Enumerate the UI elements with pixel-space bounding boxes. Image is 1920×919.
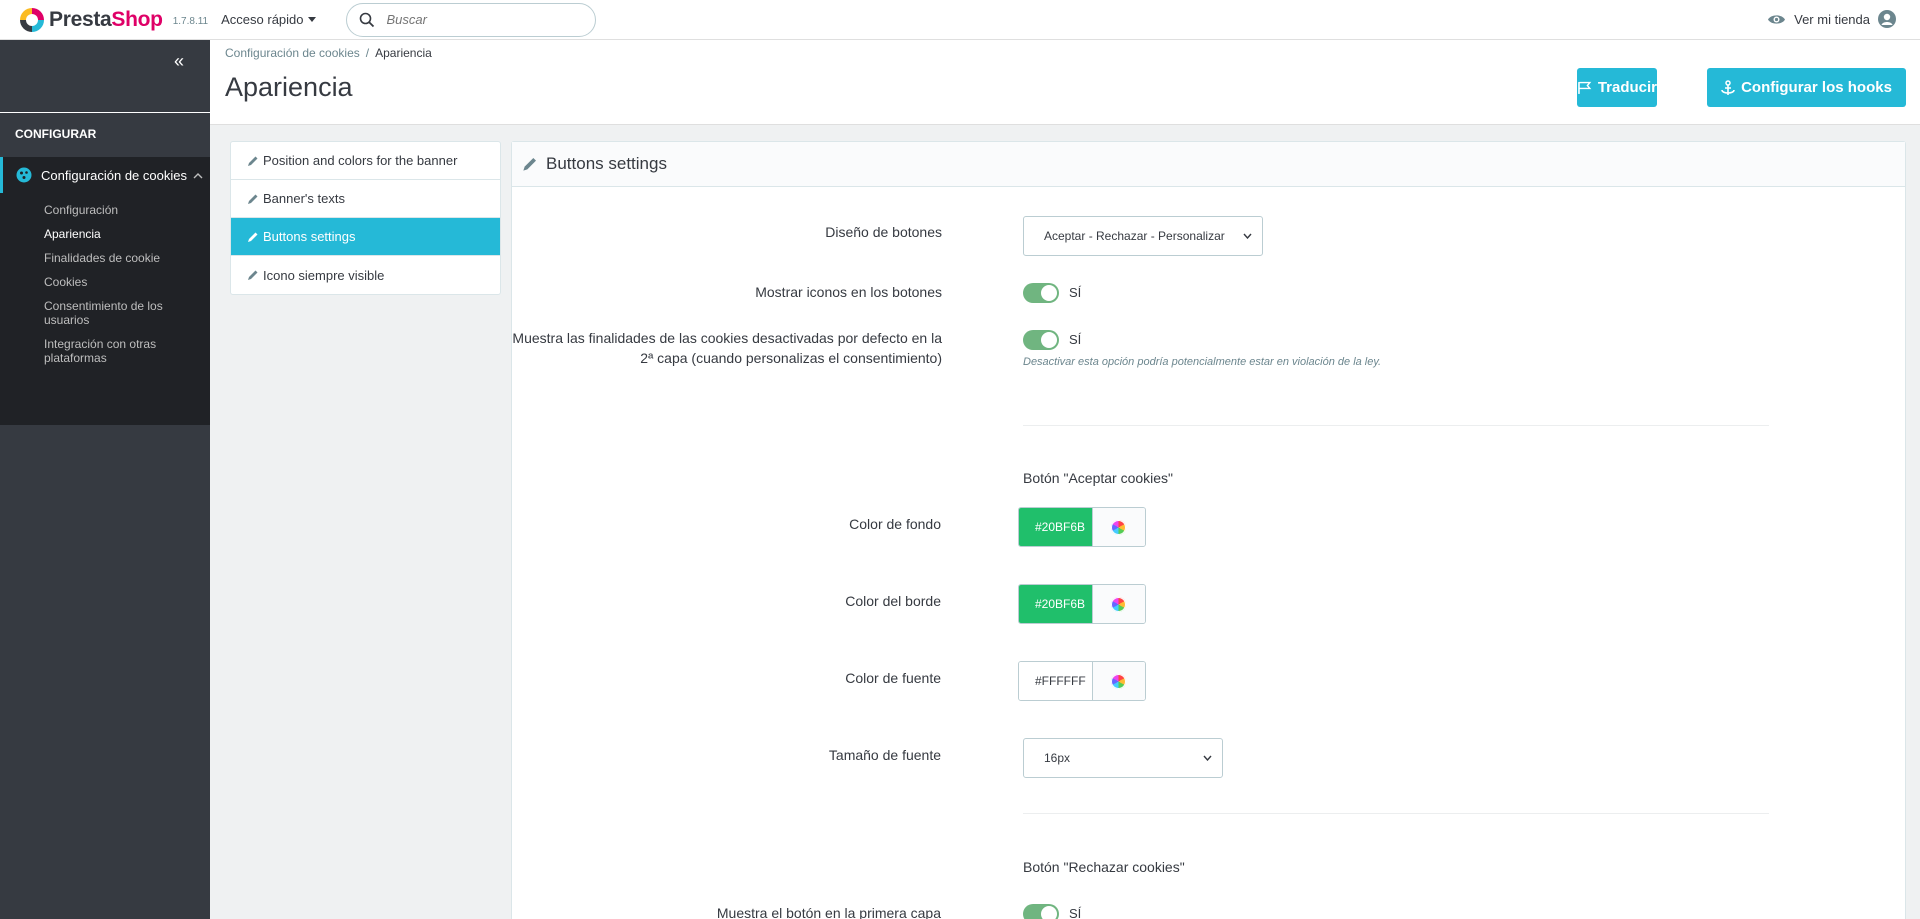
font-size-label: Tamaño de fuente: [828, 747, 941, 763]
collapse-sidebar-icon[interactable]: «: [174, 52, 184, 70]
quick-access-label: Acceso rápido: [221, 12, 304, 27]
tab-label: Position and colors for the banner: [263, 153, 458, 168]
tab-banner-texts[interactable]: Banner's texts: [231, 180, 500, 218]
bg-color-picker[interactable]: #20BF6B: [1018, 507, 1146, 547]
view-store-label: Ver mi tienda: [1794, 11, 1870, 27]
panel-header: Buttons settings: [512, 142, 1905, 187]
translate-button[interactable]: Traducir: [1577, 68, 1657, 107]
cookie-icon: [16, 167, 32, 183]
bg-color-value[interactable]: #20BF6B: [1019, 508, 1092, 546]
view-store-link[interactable]: Ver mi tienda: [1767, 10, 1896, 28]
reject-show-value: SÍ: [1069, 906, 1082, 919]
panel-title: Buttons settings: [546, 154, 667, 173]
configure-hooks-button[interactable]: Configurar los hooks: [1707, 68, 1906, 107]
sidebar-item-apariencia[interactable]: Apariencia: [44, 227, 194, 241]
tab-label: Buttons settings: [263, 229, 356, 244]
prestashop-logo[interactable]: PrestaShop: [20, 7, 163, 32]
logo-text: PrestaShop: [49, 7, 163, 31]
accept-button-heading: Botón "Aceptar cookies": [1023, 470, 1174, 486]
bg-color-label: Color de fondo: [849, 516, 941, 532]
font-size-value: 16px: [1044, 751, 1071, 765]
font-color-label: Color de fuente: [845, 670, 941, 686]
breadcrumb: Configuración de cookies / Apariencia: [225, 46, 432, 60]
color-wheel-icon: [1111, 596, 1127, 612]
flag-icon: [1578, 81, 1592, 94]
sidebar-divider: [0, 112, 210, 113]
color-wheel-icon: [1111, 519, 1127, 535]
show-purposes-label: Muestra las finalidades de las cookies d…: [512, 330, 942, 366]
configure-hooks-label: Configurar los hooks: [1741, 79, 1892, 96]
sidebar-group-cookies: Configuración de cookies Configuración A…: [0, 157, 210, 425]
sidebar-item-consentimiento[interactable]: Consentimiento de los usuarios: [44, 299, 194, 327]
font-color-picker[interactable]: #FFFFFF: [1018, 661, 1146, 701]
show-icons-toggle[interactable]: [1023, 283, 1059, 303]
breadcrumb-current: Apariencia: [375, 46, 432, 60]
reject-show-label: Muestra el botón en la primera capa: [716, 905, 941, 919]
bg-color-button[interactable]: [1091, 508, 1145, 546]
tab-buttons-settings[interactable]: Buttons settings: [231, 218, 500, 256]
chevron-up-icon: [193, 172, 203, 178]
reject-show-toggle[interactable]: [1023, 904, 1059, 919]
prestashop-logo-icon: [20, 7, 44, 32]
tab-icon-visible[interactable]: Icono siempre visible: [231, 256, 500, 294]
chevron-down-icon: [1203, 755, 1212, 761]
pencil-icon: [248, 270, 258, 280]
button-design-value: Aceptar - Rechazar - Personalizar: [1044, 229, 1225, 243]
show-icons-value: SÍ: [1069, 285, 1082, 300]
tab-banner-position[interactable]: Position and colors for the banner: [231, 142, 500, 180]
translate-button-label: Traducir: [1597, 79, 1657, 96]
sidebar-item-integracion[interactable]: Integración con otras plataformas: [44, 337, 194, 365]
pencil-icon: [523, 158, 536, 171]
font-size-select[interactable]: 16px: [1023, 738, 1223, 778]
search-box[interactable]: [345, 2, 596, 37]
sidebar-item-cookies[interactable]: Cookies: [44, 275, 194, 289]
sidebar-group-label: Configuración de cookies: [41, 167, 187, 183]
font-color-value[interactable]: #FFFFFF: [1019, 662, 1092, 700]
pencil-icon: [248, 156, 258, 166]
settings-tabs: Position and colors for the banner Banne…: [230, 141, 501, 295]
border-color-button[interactable]: [1091, 585, 1145, 623]
top-header: PrestaShop 1.7.8.11 Acceso rápido Ver mi…: [0, 0, 1920, 40]
border-color-picker[interactable]: #20BF6B: [1018, 584, 1146, 624]
tab-label: Banner's texts: [263, 191, 345, 206]
version-label: 1.7.8.11: [172, 16, 209, 27]
caret-down-icon: [307, 17, 316, 22]
show-purposes-help: Desactivar esta opción podría potencialm…: [1023, 356, 1382, 368]
section-divider: [1023, 813, 1769, 814]
pencil-icon: [248, 194, 258, 204]
show-purposes-toggle[interactable]: [1023, 330, 1059, 350]
sidebar: « CONFIGURAR Configuración de cookies Co…: [0, 40, 210, 919]
sidebar-group-header[interactable]: Configuración de cookies: [0, 157, 210, 193]
font-color-button[interactable]: [1091, 662, 1145, 700]
eye-icon: [1768, 14, 1786, 24]
border-color-value[interactable]: #20BF6B: [1019, 585, 1092, 623]
border-color-label: Color del borde: [845, 593, 941, 609]
sidebar-section-title: CONFIGURAR: [15, 127, 97, 141]
breadcrumb-parent[interactable]: Configuración de cookies: [225, 46, 360, 60]
section-divider: [1023, 425, 1769, 426]
page-header: Configuración de cookies / Apariencia Apar…: [210, 40, 1920, 125]
button-design-select[interactable]: Aceptar - Rechazar - Personalizar: [1023, 216, 1263, 256]
pencil-icon: [248, 232, 258, 242]
page-title: Apariencia: [225, 72, 353, 102]
sidebar-subnav: Configuración Apariencia Finalidades de …: [44, 203, 194, 375]
quick-access-dropdown[interactable]: Acceso rápido: [221, 12, 316, 27]
search-icon: [359, 12, 374, 27]
sidebar-item-configuracion[interactable]: Configuración: [44, 203, 194, 217]
search-input[interactable]: [386, 12, 577, 27]
reject-button-heading: Botón "Rechazar cookies": [1023, 859, 1185, 875]
show-icons-label: Mostrar iconos en los botones: [755, 284, 942, 300]
sidebar-item-finalidades[interactable]: Finalidades de cookie: [44, 251, 194, 265]
button-design-label: Diseño de botones: [825, 224, 942, 240]
user-icon[interactable]: [1878, 10, 1896, 28]
chevron-down-icon: [1243, 233, 1252, 239]
color-wheel-icon: [1111, 673, 1127, 689]
tab-label: Icono siempre visible: [263, 267, 385, 283]
show-purposes-value: SÍ: [1069, 332, 1082, 347]
anchor-icon: [1721, 79, 1735, 95]
